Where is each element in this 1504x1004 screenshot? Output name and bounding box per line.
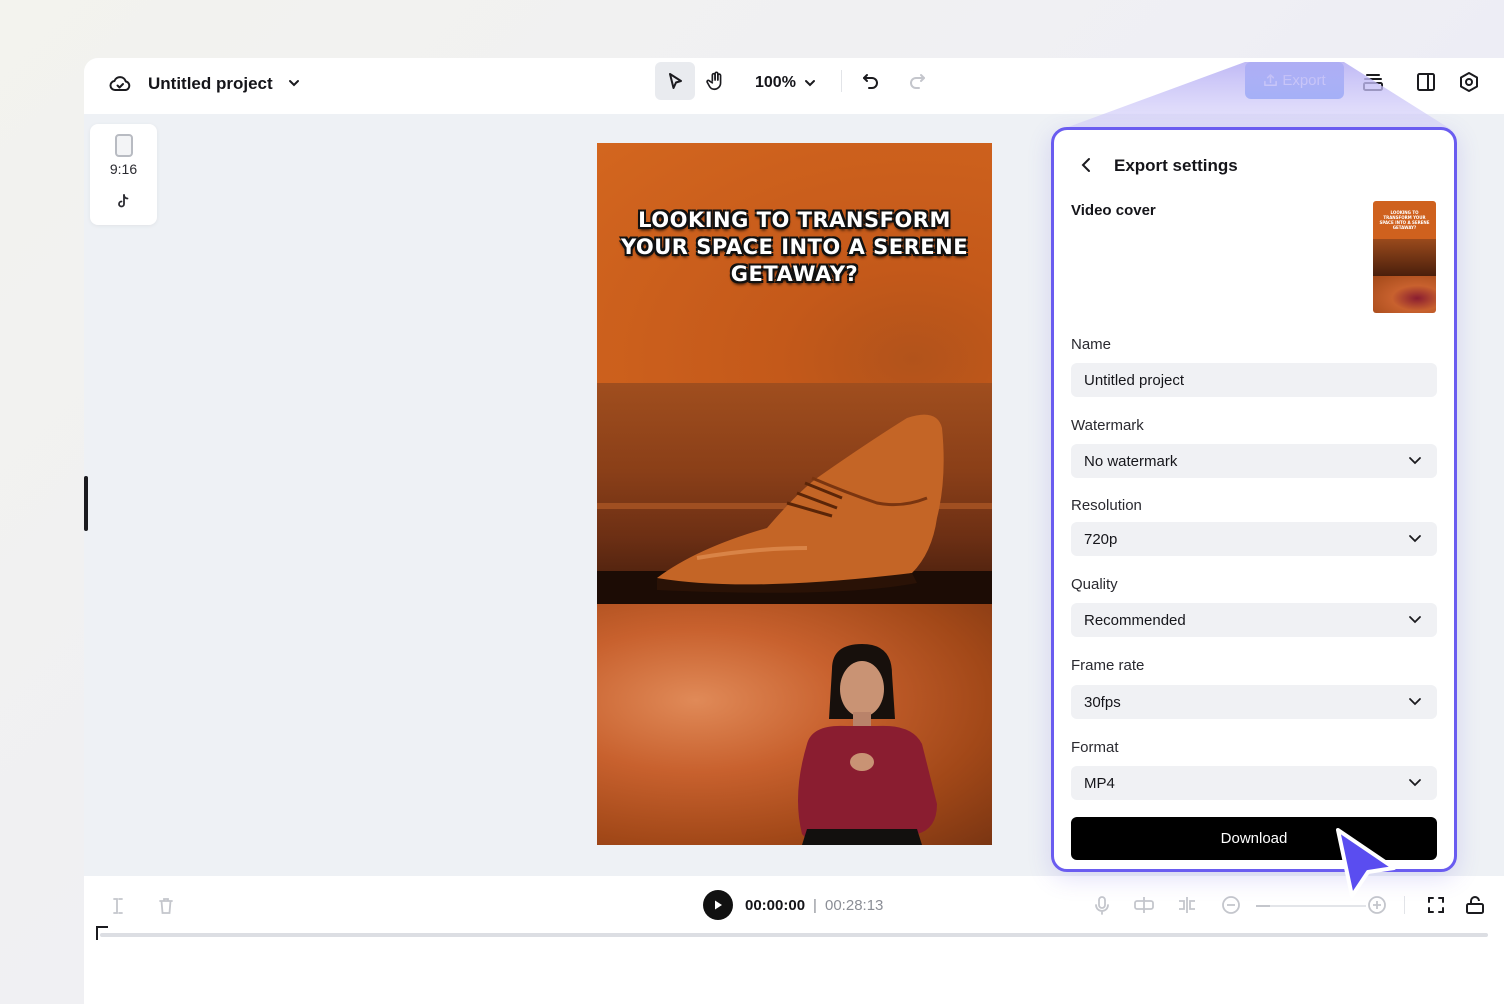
chevron-down-icon[interactable] [284,70,304,96]
undo-icon[interactable] [858,68,884,94]
video-canvas[interactable]: LOOKING TO TRANSFORM YOUR SPACE INTO A S… [597,143,992,845]
side-panel-handle[interactable] [84,476,88,531]
divider [841,70,842,92]
chevron-down-icon [1409,535,1421,543]
thumbnail-presenter [1373,276,1436,313]
split-icon[interactable] [104,894,132,918]
microphone-icon[interactable] [1090,893,1114,917]
chevron-down-icon [1409,779,1421,787]
select-tool-button[interactable] [655,62,695,100]
resolution-select[interactable]: 720p [1071,522,1437,556]
caption-headline: LOOKING TO TRANSFORM YOUR SPACE INTO A S… [620,208,969,286]
upload-icon [1264,74,1278,86]
delete-icon[interactable] [152,894,180,918]
portrait-ratio-icon [115,134,133,157]
snap-icon[interactable] [1175,893,1199,917]
export-button-label: Export [1282,72,1326,89]
format-value: MP4 [1084,774,1115,792]
aspect-ratio-label: 9:16 [109,161,138,177]
back-icon[interactable] [1078,156,1098,176]
thumbnail-caption: LOOKING TO TRANSFORM YOUR SPACE INTO A S… [1373,201,1436,239]
settings-icon[interactable] [1454,68,1484,96]
zoom-level[interactable]: 100% [755,70,796,96]
zoom-chevron-icon[interactable] [800,70,820,96]
chevron-down-icon [1409,698,1421,706]
redo-icon[interactable] [904,68,930,94]
thumbnail-shoe [1373,239,1436,276]
current-time: 00:00:00 [745,896,806,914]
video-cover-thumbnail[interactable]: LOOKING TO TRANSFORM YOUR SPACE INTO A S… [1373,201,1436,313]
time-separator: | [813,896,817,914]
zoom-out-icon[interactable] [1219,893,1243,917]
quality-value: Recommended [1084,611,1186,629]
watermark-select[interactable]: No watermark [1071,444,1437,478]
timeline-scrubber[interactable] [100,933,1488,937]
quality-select[interactable]: Recommended [1071,603,1437,637]
top-bar: Untitled project 100% Export [84,58,1504,114]
aspect-ratio-card[interactable]: 9:16 [90,124,157,225]
chevron-down-icon [1409,616,1421,624]
divider [1404,896,1405,914]
watermark-value: No watermark [1084,452,1178,470]
presenter-illustration [798,644,937,845]
presenter-image [597,604,992,845]
cloud-icon[interactable] [106,70,134,98]
layers-icon[interactable] [1358,68,1388,96]
caption-track-icon[interactable] [1132,893,1156,917]
cursor-pointer-icon [1336,828,1396,898]
name-input[interactable]: Untitled project [1071,363,1437,397]
chevron-down-icon [1409,457,1421,465]
video-cover-label: Video cover [1071,202,1156,219]
resolution-label: Resolution [1071,497,1142,514]
playhead-marker[interactable] [96,926,108,940]
export-button[interactable]: Export [1245,62,1344,99]
lock-icon[interactable] [1462,893,1488,917]
zoom-slider-track[interactable] [1256,905,1366,907]
watermark-label: Watermark [1071,417,1144,434]
framerate-value: 30fps [1084,693,1121,711]
shoe-image [597,383,992,604]
hand-icon [706,71,722,91]
project-title[interactable]: Untitled project [148,71,273,97]
headline-segment: LOOKING TO TRANSFORM YOUR SPACE INTO A S… [597,143,992,383]
pointer-icon [669,73,682,89]
fullscreen-icon[interactable] [1423,893,1449,917]
export-settings-panel: Export settings Video cover LOOKING TO T… [1051,127,1457,872]
play-icon [715,900,722,910]
resolution-value: 720p [1084,530,1118,548]
timeline-bar: 00:00:00 | 00:28:13 [84,876,1504,1004]
quality-label: Quality [1071,576,1118,593]
zoom-slider-fill [1256,905,1270,907]
tiktok-icon [115,192,133,210]
play-button[interactable] [703,890,733,920]
hand-tool-button[interactable] [701,62,731,100]
framerate-label: Frame rate [1071,657,1145,674]
total-duration: 00:28:13 [825,896,884,914]
panel-layout-icon[interactable] [1411,68,1441,96]
name-label: Name [1071,336,1112,353]
framerate-select[interactable]: 30fps [1071,685,1437,719]
format-select[interactable]: MP4 [1071,766,1437,800]
name-input-value: Untitled project [1084,371,1185,389]
shoe-illustration [657,414,944,593]
format-label: Format [1071,739,1119,756]
panel-title: Export settings [1114,156,1238,175]
